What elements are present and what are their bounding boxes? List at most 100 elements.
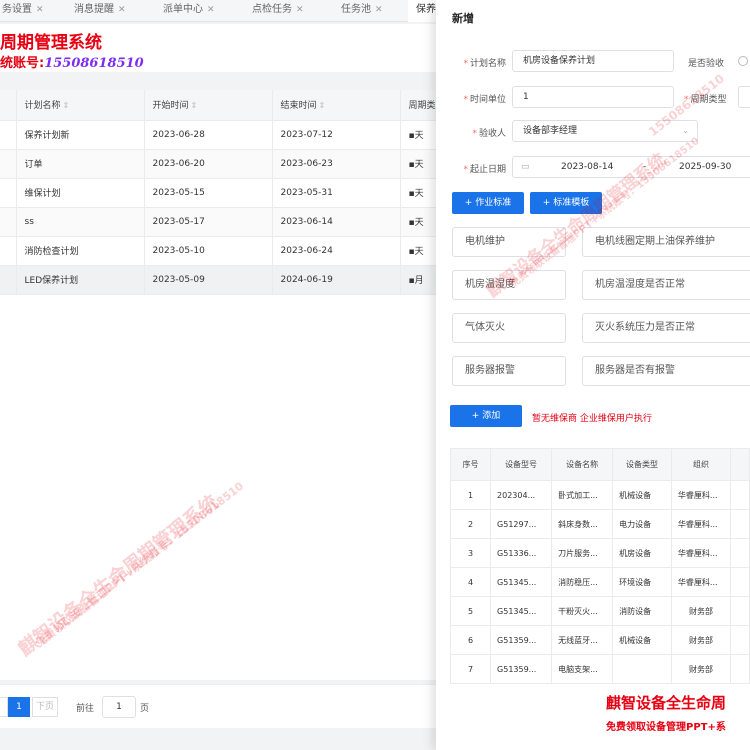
sort-icon[interactable]: ⇕ [319, 101, 326, 110]
table-row[interactable]: 6 G51359... 无线蓝牙... 机械设备 财务部 [449, 625, 750, 655]
cell-org: 华睿厘科... [670, 538, 732, 568]
cell-start: 2023-05-09 [144, 265, 273, 295]
close-icon[interactable]: ✕ [36, 5, 44, 15]
cell-blank [0, 120, 17, 150]
close-icon[interactable]: ✕ [375, 5, 383, 15]
period-type-select[interactable] [738, 86, 750, 108]
cell-end: 2023-06-14 [272, 207, 401, 237]
cell-start: 2023-05-10 [144, 236, 273, 266]
table-header-blank [0, 90, 17, 121]
table-row[interactable]: 7 G51359... 电脑支架... 财务部 [449, 654, 750, 684]
cell-period: ▪月 [400, 265, 440, 295]
plan-name-label: * 计划名称 [463, 59, 506, 69]
table-row[interactable]: 2 G51297... 斜床身数... 电力设备 华睿厘科... [449, 509, 750, 539]
accept-radio[interactable] [738, 56, 748, 66]
standard-name-field[interactable]: 服务器报警 [452, 356, 566, 386]
header-model: 设备型号 [490, 448, 553, 481]
header-end-time[interactable]: 结束时间 ⇕ [272, 90, 401, 121]
prev-page-button[interactable] [0, 697, 8, 717]
cell-overflow [730, 509, 750, 539]
tab-settings[interactable]: 务设置 ✕ [0, 0, 52, 22]
header-plan-name[interactable]: 计划名称 ⇕ [16, 90, 145, 121]
cell-name: 卧式加工... [551, 480, 614, 510]
cell-index: 2 [449, 509, 492, 539]
plan-name-input[interactable]: 机房设备保养计划 [512, 50, 674, 72]
next-page-button[interactable]: 下页 [32, 697, 58, 717]
cell-type: 机械设备 [612, 625, 672, 655]
standard-desc-field[interactable]: 电机线圈定期上油保养维护 [582, 227, 750, 257]
standard-desc-field[interactable]: 灭火系统压力是否正常 [582, 313, 750, 343]
sort-icon[interactable]: ⇕ [191, 101, 198, 110]
cell-end: 2023-06-24 [272, 236, 401, 266]
standard-desc-field[interactable]: 机房温湿度是否正常 [582, 270, 750, 300]
tab-dispatch-center[interactable]: 派单中心 ✕ [155, 0, 223, 22]
table-row[interactable]: LED保养计划 2023-05-09 2024-06-19 ▪月 [0, 265, 440, 295]
add-equipment-button[interactable]: + 添加 [450, 405, 522, 427]
tab-inspection-tasks[interactable]: 点检任务 ✕ [244, 0, 312, 22]
cell-period: ▪天 [400, 120, 440, 150]
promo-title: 麒智设备全生命周 [606, 694, 727, 712]
cell-model: G51345... [490, 596, 553, 626]
table-row[interactable]: 保养计划新 2023-06-28 2023-07-12 ▪天 [0, 120, 440, 150]
cell-model: G51359... [490, 625, 553, 655]
cell-org: 华睿厘科... [670, 509, 732, 539]
cell-type [612, 654, 672, 684]
cell-name: 电脑支架... [551, 654, 614, 684]
standard-name-field[interactable]: 机房温湿度 [452, 270, 566, 300]
cell-type: 机房设备 [612, 538, 672, 568]
goto-prefix: 前往 [76, 704, 95, 714]
acceptor-select[interactable]: 设备部李经理 ⌄ [512, 120, 698, 142]
cell-index: 1 [449, 480, 492, 510]
table-row[interactable]: 消防检查计划 2023-05-10 2023-06-24 ▪天 [0, 236, 440, 266]
goto-page-input[interactable]: 1 [102, 696, 136, 718]
period-type-label: * 周期类型 [684, 95, 727, 105]
table-row[interactable]: 5 G51345... 干粉灭火... 消防设备 财务部 [449, 596, 750, 626]
close-icon[interactable]: ✕ [296, 5, 304, 15]
table-row[interactable]: 1 202304... 卧式加工... 机械设备 华睿厘科... [449, 480, 750, 510]
cell-overflow [730, 625, 750, 655]
cell-plan-name: 维保计划 [16, 178, 145, 208]
cell-blank [0, 149, 17, 179]
close-icon[interactable]: ✕ [118, 5, 126, 15]
cell-model: G51297... [490, 509, 553, 539]
tab-task-pool[interactable]: 任务池 ✕ [333, 0, 391, 22]
standard-name-field[interactable]: 电机维护 [452, 227, 566, 257]
time-unit-input[interactable]: 1 [512, 86, 674, 108]
sort-icon[interactable]: ⇕ [63, 101, 70, 110]
standard-name-field[interactable]: 气体灭火 [452, 313, 566, 343]
pagination: 1 下页 前往 1 页 [0, 684, 440, 728]
tab-messages[interactable]: 消息提醒 ✕ [66, 0, 134, 22]
tab-label: 点检任务 [252, 4, 292, 15]
table-row[interactable]: 订单 2023-06-20 2023-06-23 ▪天 [0, 149, 440, 179]
watermark-text: 免费领取设备管理PPT+系统账号：15508618510 [33, 479, 247, 650]
date-range-picker[interactable]: ▭ 2023-08-14 - 2025-09-30 [512, 156, 750, 178]
header-start-time[interactable]: 开始时间 ⇕ [144, 90, 273, 121]
cell-type: 环境设备 [612, 567, 672, 597]
page-number-1[interactable]: 1 [8, 697, 30, 717]
brand-account: 统账号:15508618510 [0, 52, 144, 71]
table-row[interactable]: 维保计划 2023-05-15 2023-05-31 ▪天 [0, 178, 440, 208]
cell-plan-name: 消防检查计划 [16, 236, 145, 266]
table-row[interactable]: 3 G51336... 刀片服务... 机房设备 华睿厘科... [449, 538, 750, 568]
date-end: 2025-09-30 [679, 162, 732, 172]
cell-plan-name: 保养计划新 [16, 120, 145, 150]
table-row[interactable]: ss 2023-05-17 2023-06-14 ▪天 [0, 207, 440, 237]
plan-table: 计划名称 ⇕ 开始时间 ⇕ 结束时间 ⇕ 周期类 保养计划新 2023-06-28 2… [0, 90, 440, 295]
cell-org: 华睿厘科... [670, 567, 732, 597]
cell-org: 华睿厘科... [670, 480, 732, 510]
add-standard-button[interactable]: + 作业标准 [452, 192, 524, 214]
cell-start: 2023-06-28 [144, 120, 273, 150]
standard-desc-field[interactable]: 服务器是否有报警 [582, 356, 750, 386]
acceptor-value: 设备部李经理 [523, 126, 578, 136]
header-index: 序号 [449, 448, 492, 481]
cell-end: 2023-05-31 [272, 178, 401, 208]
table-header-row: 序号 设备型号 设备名称 设备类型 组织 [449, 448, 750, 481]
standard-template-button[interactable]: + 标准模板 [530, 192, 602, 214]
table-header-row: 计划名称 ⇕ 开始时间 ⇕ 结束时间 ⇕ 周期类 [0, 90, 440, 121]
account-number: 15508618510 [44, 56, 144, 71]
table-row[interactable]: 4 G51345... 消防稳压... 环境设备 华睿厘科... [449, 567, 750, 597]
close-icon[interactable]: ✕ [207, 5, 215, 15]
header-period-type[interactable]: 周期类 [400, 90, 440, 121]
account-label: 统账号: [0, 56, 45, 71]
cell-index: 6 [449, 625, 492, 655]
